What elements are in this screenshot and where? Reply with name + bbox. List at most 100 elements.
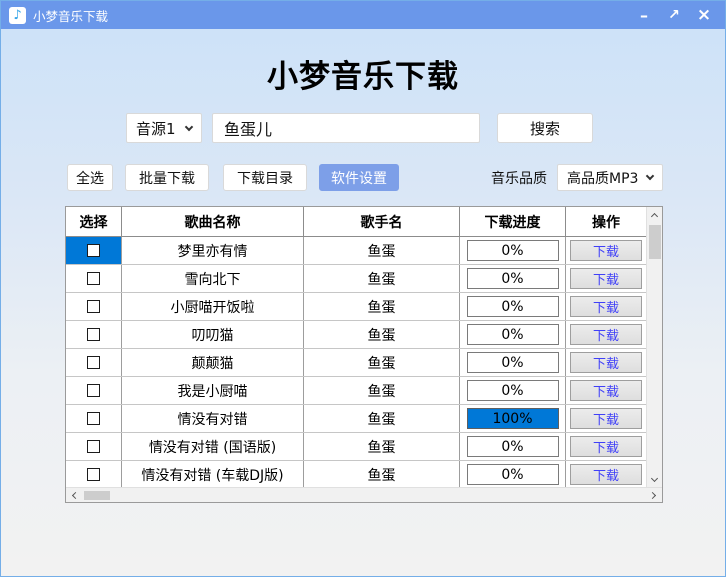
table-main: 选择 歌曲名称 歌手名 下载进度 操作 梦里亦有情 鱼蛋 0% 下载 雪向北下 … — [66, 207, 662, 489]
chevron-left-icon — [71, 491, 80, 499]
scroll-down-button[interactable] — [647, 471, 662, 487]
select-cell[interactable] — [66, 405, 122, 432]
col-header-progress: 下载进度 — [460, 207, 566, 236]
download-button[interactable]: 下载 — [570, 296, 642, 317]
select-cell[interactable] — [66, 321, 122, 348]
row-checkbox[interactable] — [87, 412, 100, 425]
table-grid: 选择 歌曲名称 歌手名 下载进度 操作 梦里亦有情 鱼蛋 0% 下载 雪向北下 … — [66, 207, 646, 489]
row-checkbox[interactable] — [87, 384, 100, 397]
select-cell[interactable] — [66, 433, 122, 460]
batch-download-button[interactable]: 批量下载 — [125, 164, 209, 191]
download-button[interactable]: 下载 — [570, 268, 642, 289]
close-button[interactable]: × — [691, 4, 717, 26]
minimize-button[interactable]: – — [631, 4, 657, 26]
quality-select-value: 高品质MP3 — [567, 170, 639, 187]
music-note-icon: ♪ — [9, 6, 26, 24]
song-name-cell: 情没有对错 (车载DJ版) — [122, 461, 304, 488]
song-name-cell: 雪向北下 — [122, 265, 304, 292]
song-name: 梦里亦有情 — [177, 243, 248, 260]
progress-cell: 0% — [460, 461, 566, 488]
window-controls: – ↗ × — [631, 4, 717, 26]
row-checkbox[interactable] — [87, 272, 100, 285]
song-name: 我是小厨喵 — [177, 383, 248, 400]
artist-name: 鱼蛋 — [367, 271, 396, 288]
progress-bar: 0% — [466, 352, 559, 373]
download-button[interactable]: 下载 — [570, 464, 642, 485]
row-checkbox[interactable] — [87, 328, 100, 341]
source-select[interactable]: 音源1 — [126, 113, 202, 143]
row-checkbox[interactable] — [87, 468, 100, 481]
select-cell[interactable] — [66, 265, 122, 292]
progress-cell: 0% — [460, 349, 566, 376]
progress-cell: 0% — [460, 377, 566, 404]
action-cell: 下载 — [566, 349, 646, 376]
select-cell[interactable] — [66, 237, 122, 264]
select-cell[interactable] — [66, 461, 122, 488]
download-button[interactable]: 下载 — [570, 380, 642, 401]
song-name: 雪向北下 — [184, 271, 241, 288]
chevron-down-icon — [645, 171, 655, 181]
song-name-cell: 小厨喵开饭啦 — [122, 293, 304, 320]
table-row: 雪向北下 鱼蛋 0% 下载 — [66, 265, 646, 293]
horizontal-scroll-thumb[interactable] — [84, 490, 110, 500]
download-button[interactable]: 下载 — [570, 408, 642, 429]
song-name-cell: 叨叨猫 — [122, 321, 304, 348]
row-checkbox[interactable] — [87, 356, 100, 369]
artist-name: 鱼蛋 — [367, 439, 396, 456]
progress-bar: 0% — [466, 296, 559, 317]
select-cell[interactable] — [66, 349, 122, 376]
action-cell: 下载 — [566, 433, 646, 460]
titlebar: ♪ 小梦音乐下载 – ↗ × — [1, 1, 725, 29]
quality-select[interactable]: 高品质MP3 — [557, 164, 663, 191]
vertical-scroll-thumb[interactable] — [648, 225, 661, 259]
row-checkbox[interactable] — [87, 300, 100, 313]
download-dir-button[interactable]: 下载目录 — [223, 164, 307, 191]
vertical-scrollbar[interactable] — [646, 207, 662, 487]
artist-cell: 鱼蛋 — [304, 349, 460, 376]
settings-button[interactable]: 软件设置 — [319, 164, 399, 191]
select-cell[interactable] — [66, 377, 122, 404]
search-button[interactable]: 搜索 — [497, 113, 593, 143]
artist-name: 鱼蛋 — [367, 327, 396, 344]
table-row: 情没有对错 鱼蛋 100% 下载 — [66, 405, 646, 433]
progress-text: 0% — [501, 326, 524, 343]
maximize-button[interactable]: ↗ — [661, 4, 687, 26]
col-header-song: 歌曲名称 — [122, 207, 304, 236]
download-button[interactable]: 下载 — [570, 436, 642, 457]
progress-bar: 0% — [466, 436, 559, 457]
quality-label: 音乐品质 — [491, 170, 547, 187]
song-name-cell: 梦里亦有情 — [122, 237, 304, 264]
app-window: ♪ 小梦音乐下载 – ↗ × 小梦音乐下载 音源1 搜索 全选 批量下载 下载目… — [0, 0, 726, 577]
table-row: 小厨喵开饭啦 鱼蛋 0% 下载 — [66, 293, 646, 321]
action-cell: 下载 — [566, 293, 646, 320]
row-checkbox[interactable] — [87, 440, 100, 453]
progress-bar: 100% — [466, 408, 559, 429]
download-button[interactable]: 下载 — [570, 240, 642, 261]
action-cell: 下载 — [566, 265, 646, 292]
progress-text: 0% — [501, 298, 524, 315]
search-input[interactable] — [212, 113, 480, 143]
artist-name: 鱼蛋 — [367, 243, 396, 260]
artist-cell: 鱼蛋 — [304, 321, 460, 348]
scroll-up-button[interactable] — [647, 207, 662, 223]
row-checkbox[interactable] — [87, 244, 100, 257]
artist-name: 鱼蛋 — [367, 299, 396, 316]
table-body: 梦里亦有情 鱼蛋 0% 下载 雪向北下 鱼蛋 0% 下载 小厨喵开饭啦 鱼蛋 0… — [66, 237, 646, 489]
song-name: 颠颠猫 — [191, 355, 234, 372]
chevron-down-icon — [184, 122, 194, 131]
scroll-right-button[interactable] — [646, 488, 662, 502]
progress-text: 0% — [501, 466, 524, 483]
download-button[interactable]: 下载 — [570, 324, 642, 345]
horizontal-scrollbar[interactable] — [66, 487, 662, 502]
artist-name: 鱼蛋 — [367, 411, 396, 428]
scroll-left-button[interactable] — [66, 488, 82, 502]
download-button[interactable]: 下载 — [570, 352, 642, 373]
page-title: 小梦音乐下载 — [267, 59, 459, 95]
select-all-button[interactable]: 全选 — [67, 164, 113, 191]
artist-cell: 鱼蛋 — [304, 237, 460, 264]
chevron-down-icon — [650, 474, 659, 482]
song-name-cell: 情没有对错 — [122, 405, 304, 432]
progress-bar: 0% — [466, 240, 559, 261]
select-cell[interactable] — [66, 293, 122, 320]
table-header-row: 选择 歌曲名称 歌手名 下载进度 操作 — [66, 207, 646, 237]
